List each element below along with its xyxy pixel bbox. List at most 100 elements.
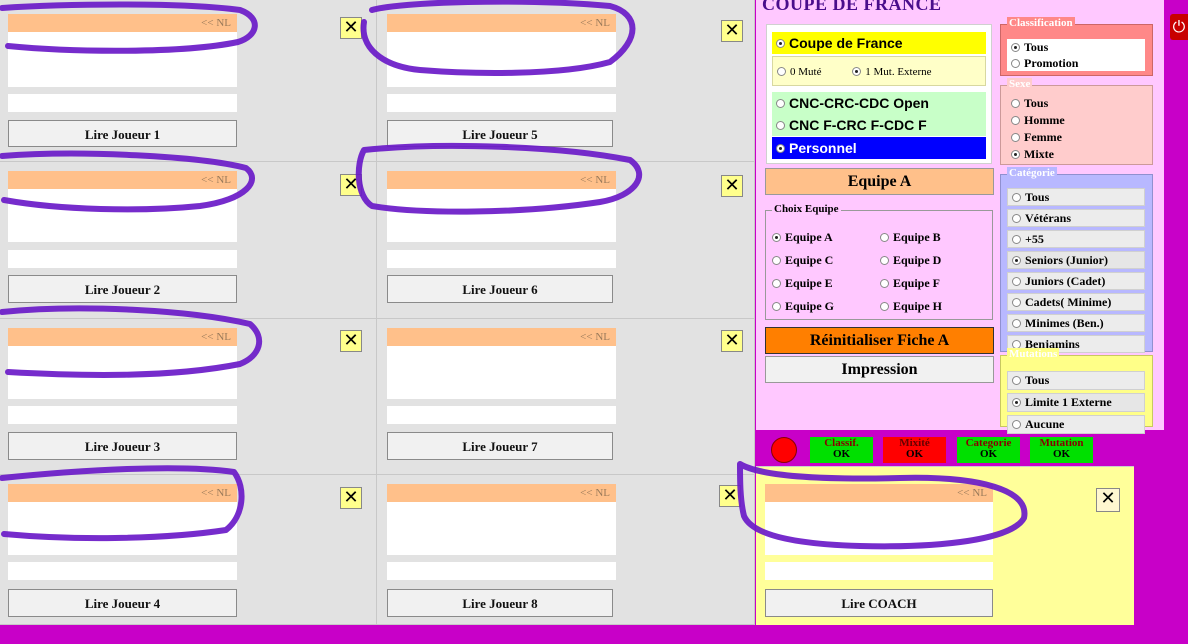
filter-option-label: Femme (1024, 130, 1062, 144)
player-name-field[interactable]: << NL (8, 171, 237, 189)
player-info-field[interactable] (387, 346, 616, 399)
filter-option[interactable]: Juniors (Cadet) (1007, 272, 1145, 290)
team-option-label: Equipe B (893, 230, 941, 244)
radio-dot-icon (776, 143, 785, 153)
power-icon[interactable]: ⏻ (1170, 14, 1188, 40)
radio-cnc-f[interactable]: CNC F-CRC F-CDC F (772, 114, 986, 136)
player-info-field[interactable] (8, 189, 237, 242)
player-info-field[interactable] (8, 32, 237, 87)
radio-personnel[interactable]: Personnel (772, 137, 986, 159)
filter-option-label: Minimes (Ben.) (1025, 316, 1104, 330)
read-player-1-button[interactable]: Lire Joueur 1 (8, 120, 237, 147)
radio-dot-icon (880, 232, 889, 242)
filter-option-label: Promotion (1024, 56, 1079, 70)
read-player-7-button[interactable]: Lire Joueur 7 (387, 432, 613, 460)
player-info-field[interactable] (8, 502, 237, 555)
clear-player-6-button[interactable]: ✕ (721, 175, 743, 197)
player-name-field[interactable]: << NL (8, 328, 237, 346)
reset-sheet-button[interactable]: Réinitialiser Fiche A (765, 327, 994, 354)
filter-option[interactable]: Minimes (Ben.) (1007, 314, 1145, 332)
radio-dot-icon (880, 278, 889, 288)
classification-legend: Classification (1007, 17, 1075, 29)
filter-option[interactable]: Femme (1007, 129, 1145, 146)
print-button[interactable]: Impression (765, 356, 994, 383)
player-name-field[interactable]: << NL (387, 171, 616, 189)
player-name-field[interactable]: << NL (387, 484, 616, 502)
mutations-group: Mutations Tous Limite 1 Externe Aucune (1000, 348, 1153, 434)
player-info-field[interactable] (387, 32, 616, 87)
mutations-legend: Mutations (1007, 348, 1060, 360)
team-option[interactable]: Equipe A (772, 226, 880, 249)
filter-option[interactable]: Tous (1007, 39, 1145, 55)
team-option[interactable]: Equipe E (772, 272, 880, 295)
radio-label: Coupe de France (789, 35, 903, 51)
team-option-label: Equipe C (785, 253, 834, 267)
coach-name-field[interactable]: << NL (765, 484, 993, 502)
clear-player-1-button[interactable]: ✕ (340, 17, 362, 39)
radio-coupe-de-france[interactable]: Coupe de France (772, 32, 986, 54)
filter-option[interactable]: Cadets( Minime) (1007, 293, 1145, 311)
filter-option[interactable]: Seniors (Junior) (1007, 251, 1145, 269)
radio-cnc-open[interactable]: CNC-CRC-CDC Open (772, 92, 986, 114)
clear-player-8-button[interactable]: ✕ (719, 485, 741, 507)
team-option-label: Equipe D (893, 253, 942, 267)
read-player-8-button[interactable]: Lire Joueur 8 (387, 589, 613, 617)
team-option[interactable]: Equipe H (880, 295, 988, 318)
team-option[interactable]: Equipe C (772, 249, 880, 272)
clear-player-4-button[interactable]: ✕ (340, 487, 362, 509)
player-name-field[interactable]: << NL (8, 484, 237, 502)
read-player-6-button[interactable]: Lire Joueur 6 (387, 275, 613, 303)
filter-option[interactable]: Tous (1007, 371, 1145, 390)
page-title: COUPE DE FRANCE (762, 0, 942, 14)
filter-option[interactable]: Tous (1007, 188, 1145, 206)
player-name-field[interactable]: << NL (8, 14, 237, 32)
team-option[interactable]: Equipe B (880, 226, 988, 249)
filter-option-label: Tous (1025, 373, 1050, 387)
read-player-5-button[interactable]: Lire Joueur 5 (387, 120, 613, 147)
filter-option[interactable]: Mixte (1007, 146, 1145, 163)
player-extra-field[interactable] (8, 562, 237, 580)
clear-player-2-button[interactable]: ✕ (340, 174, 362, 196)
player-info-field[interactable] (387, 502, 616, 555)
read-player-4-button[interactable]: Lire Joueur 4 (8, 589, 237, 617)
status-badge: Mutation OK (1030, 437, 1093, 463)
player-extra-field[interactable] (8, 94, 237, 112)
radio-0-mute[interactable]: 0 Muté (777, 66, 821, 78)
player-name-field[interactable]: << NL (387, 328, 616, 346)
player-extra-field[interactable] (387, 406, 616, 424)
filter-option[interactable]: Vétérans (1007, 209, 1145, 227)
team-option[interactable]: Equipe D (880, 249, 988, 272)
filter-option[interactable]: Aucune (1007, 415, 1145, 434)
read-coach-button[interactable]: Lire COACH (765, 589, 993, 617)
radio-dot-icon (772, 255, 781, 265)
radio-dot-icon (1012, 255, 1021, 265)
filter-option[interactable]: Tous (1007, 95, 1145, 112)
filter-option[interactable]: Homme (1007, 112, 1145, 129)
filter-option[interactable]: Promotion (1007, 55, 1145, 71)
radio-dot-icon (772, 301, 781, 311)
player-extra-field[interactable] (8, 250, 237, 268)
player-info-field[interactable] (8, 346, 237, 399)
radio-1-mut-externe[interactable]: 1 Mut. Externe (852, 66, 932, 78)
clear-coach-button[interactable]: ✕ (1096, 488, 1120, 512)
team-option[interactable]: Equipe G (772, 295, 880, 318)
radio-dot-icon (880, 301, 889, 311)
player-info-field[interactable] (387, 189, 616, 242)
player-extra-field[interactable] (8, 406, 237, 424)
read-player-3-button[interactable]: Lire Joueur 3 (8, 432, 237, 460)
coach-info-field[interactable] (765, 502, 993, 555)
radio-label: 0 Muté (790, 66, 822, 78)
clear-player-5-button[interactable]: ✕ (721, 20, 743, 42)
clear-player-7-button[interactable]: ✕ (721, 330, 743, 352)
read-player-2-button[interactable]: Lire Joueur 2 (8, 275, 237, 303)
player-extra-field[interactable] (387, 562, 616, 580)
player-extra-field[interactable] (387, 250, 616, 268)
player-extra-field[interactable] (387, 94, 616, 112)
coach-extra-field[interactable] (765, 562, 993, 580)
filter-option[interactable]: Limite 1 Externe (1007, 393, 1145, 412)
radio-dot-icon (1011, 58, 1020, 68)
player-name-field[interactable]: << NL (387, 14, 616, 32)
filter-option[interactable]: +55 (1007, 230, 1145, 248)
clear-player-3-button[interactable]: ✕ (340, 330, 362, 352)
team-option[interactable]: Equipe F (880, 272, 988, 295)
